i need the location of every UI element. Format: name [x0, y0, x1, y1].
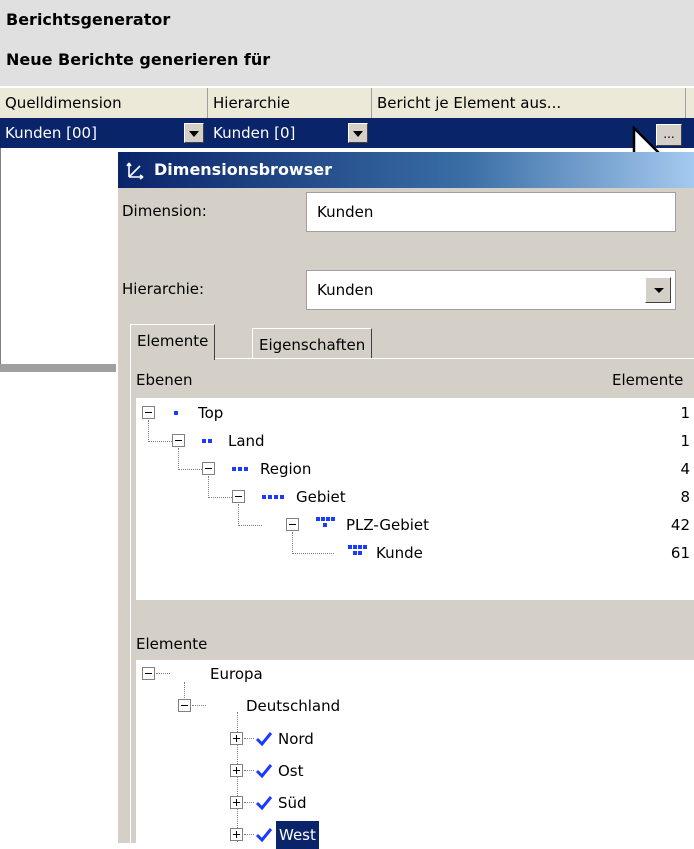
chevron-down-icon[interactable]	[645, 277, 671, 303]
levels-count-header: Elemente	[612, 371, 684, 389]
dialog-title: Dimensionsbrowser	[154, 160, 332, 179]
dialog-titlebar[interactable]: Dimensionsbrowser	[118, 152, 694, 188]
collapse-icon[interactable]	[142, 667, 155, 680]
element-name-selected: West	[276, 821, 319, 849]
cell-hierarchie[interactable]: Kunden [0]	[208, 118, 348, 148]
header-area: Berichtsgenerator Neue Berichte generier…	[0, 0, 694, 86]
element-name: Nord	[278, 730, 314, 748]
collapse-icon[interactable]	[202, 462, 215, 475]
level-name: PLZ-Gebiet	[346, 516, 430, 534]
hierarchy-label: Hierarchie:	[122, 280, 205, 298]
column-bericht-je-element[interactable]: Bericht je Element aus...	[372, 88, 686, 118]
section-subtitle: Neue Berichte generieren für	[6, 50, 271, 69]
elements-header: Elemente	[136, 635, 208, 653]
collapse-icon[interactable]	[172, 434, 185, 447]
level-name: Top	[198, 404, 224, 422]
level-row-top[interactable]: Top 1	[136, 399, 694, 427]
element-name: Ost	[278, 762, 304, 780]
level-row-plz-gebiet[interactable]: PLZ-Gebiet 42	[136, 511, 694, 539]
dimension-label: Dimension:	[122, 202, 207, 220]
check-icon[interactable]	[254, 794, 274, 812]
levels-header-label: Ebenen	[136, 371, 193, 389]
tab-elemente[interactable]: Elemente	[130, 324, 216, 360]
dimension-field[interactable]: Kunden	[306, 192, 676, 232]
level-count: 61	[670, 544, 690, 562]
level-count: 1	[680, 432, 690, 450]
level-row-region[interactable]: Region 4	[136, 455, 694, 483]
level-count: 1	[680, 404, 690, 422]
element-name: Süd	[278, 794, 307, 812]
level-count: 42	[670, 516, 690, 534]
level-row-gebiet[interactable]: Gebiet 8	[136, 483, 694, 511]
expand-icon[interactable]	[230, 764, 243, 777]
levels-tree: Top 1 Land 1 Region 4 Gebiet 8 PLZ-Gebie…	[136, 398, 694, 600]
collapse-icon[interactable]	[232, 490, 245, 503]
collapse-icon[interactable]	[286, 518, 299, 531]
grid-header: Quelldimension Hierarchie Bericht je Ele…	[0, 88, 694, 118]
elements-tree: Europa Deutschland Nord Ost Süd West	[136, 660, 694, 849]
expand-icon[interactable]	[230, 732, 243, 745]
level-name: Region	[260, 460, 312, 478]
check-icon[interactable]	[254, 826, 274, 844]
collapse-icon[interactable]	[142, 406, 155, 419]
window-title: Berichtsgenerator	[6, 10, 171, 29]
grid-shadow	[0, 364, 118, 372]
level-name: Land	[228, 432, 265, 450]
grid-row[interactable]: Kunden [00] Kunden [0] ...	[0, 118, 694, 148]
element-name: Europa	[210, 665, 263, 683]
quelldimension-dropdown-button[interactable]	[184, 123, 204, 143]
cell-quelldimension[interactable]: Kunden [00]	[0, 118, 184, 148]
tab-eigenschaften[interactable]: Eigenschaften	[252, 328, 373, 360]
column-quelldimension[interactable]: Quelldimension	[0, 88, 208, 118]
column-hierarchie[interactable]: Hierarchie	[208, 88, 372, 118]
hierarchy-select-value: Kunden	[317, 281, 374, 299]
expand-icon[interactable]	[230, 796, 243, 809]
dimension-browser-dialog: Dimensionsbrowser Dimension: Kunden Hier…	[116, 152, 694, 849]
hierarchie-dropdown-button[interactable]	[348, 123, 368, 143]
level-row-kunde[interactable]: Kunde 61	[136, 539, 694, 567]
level-count: 4	[680, 460, 690, 478]
level-row-land[interactable]: Land 1	[136, 427, 694, 455]
check-icon[interactable]	[254, 762, 274, 780]
expand-icon[interactable]	[230, 828, 243, 841]
grid-body	[0, 148, 118, 366]
level-name: Gebiet	[296, 488, 346, 506]
check-icon[interactable]	[254, 730, 274, 748]
level-count: 8	[680, 488, 690, 506]
hierarchy-select[interactable]: Kunden	[306, 270, 676, 310]
collapse-icon[interactable]	[178, 699, 191, 712]
element-name: Deutschland	[246, 697, 341, 715]
levels-header: Ebenen Elemente	[136, 368, 694, 392]
level-name: Kunde	[376, 544, 423, 562]
dimension-browser-icon	[126, 162, 144, 180]
